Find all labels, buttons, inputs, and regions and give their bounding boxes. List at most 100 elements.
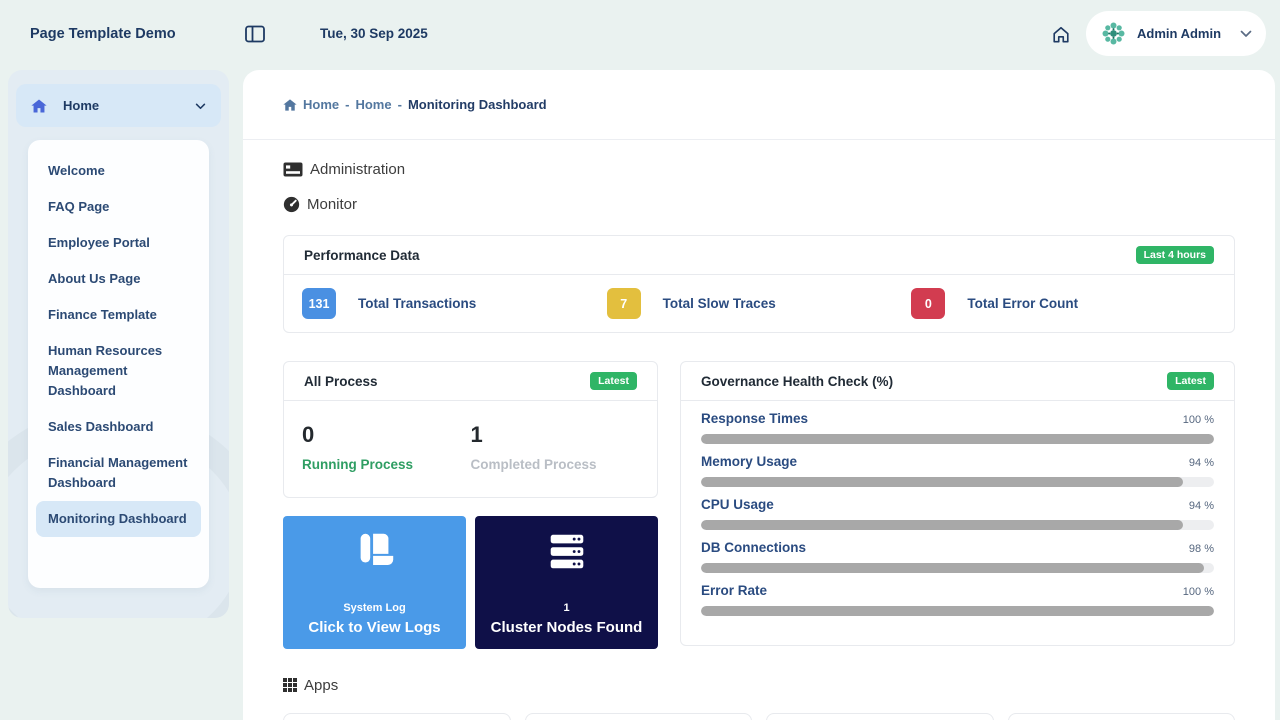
breadcrumb-current-page: Monitoring Dashboard — [407, 97, 547, 112]
sidebar-item-hr-management-dashboard[interactable]: Human Resources Management Dashboard — [36, 333, 201, 409]
stat-label: Total Error Count — [967, 296, 1079, 311]
sidebar-menu: Welcome FAQ Page Employee Portal About U… — [28, 140, 209, 588]
metric-percent: 94 % — [1188, 457, 1214, 469]
stat-total-slow-traces: 7 Total Slow Traces — [606, 288, 912, 319]
breadcrumb-link-home[interactable]: Home — [303, 97, 339, 112]
sidebar-item-faq-page[interactable]: FAQ Page — [36, 189, 201, 225]
app-title: Page Template Demo — [30, 26, 176, 42]
stat-value-badge: 7 — [606, 288, 641, 319]
metric-cpu-usage: CPU Usage 94 % — [701, 495, 1214, 530]
stat-value-badge: 0 — [911, 288, 946, 319]
section-apps: Apps — [283, 676, 1235, 694]
latest-badge: Latest — [590, 372, 637, 390]
metric-memory-usage: Memory Usage 94 % — [701, 452, 1214, 487]
progress-fill — [701, 477, 1184, 487]
progress-track — [701, 606, 1214, 616]
progress-fill — [701, 434, 1214, 444]
performance-data-card: Performance Data Last 4 hours 131 Total … — [283, 235, 1235, 333]
cluster-nodes-count: 1 — [563, 602, 570, 614]
progress-fill — [701, 520, 1184, 530]
scroll-icon — [360, 533, 393, 565]
system-log-tile[interactable]: System Log Click to View Logs — [283, 516, 466, 649]
sidebar-section-home[interactable]: Home — [16, 84, 221, 127]
section-apps-label: Apps — [304, 676, 339, 694]
progress-track — [701, 434, 1214, 444]
stat-label: Total Transactions — [358, 296, 477, 311]
stat-value-badge: 131 — [302, 288, 336, 319]
metric-label: DB Connections — [701, 540, 807, 555]
metric-percent: 94 % — [1188, 500, 1214, 512]
running-process-value: 0 — [302, 422, 315, 447]
cluster-nodes-tile[interactable]: 1 Cluster Nodes Found — [475, 516, 658, 649]
metric-db-connections: DB Connections 98 % — [701, 538, 1214, 573]
app-card[interactable] — [283, 713, 511, 720]
breadcrumb-separator: - — [345, 97, 350, 112]
all-process-card: All Process Latest 0 Running Process 1 C… — [283, 361, 658, 498]
apps-grid-icon — [283, 678, 297, 692]
metric-percent: 100 % — [1182, 414, 1214, 426]
home-icon — [31, 98, 47, 113]
stat-total-error-count: 0 Total Error Count — [911, 288, 1216, 319]
chevron-down-icon — [1240, 25, 1252, 43]
app-card[interactable] — [1007, 713, 1235, 720]
metric-error-rate: Error Rate 100 % — [701, 581, 1214, 616]
governance-health-card: Governance Health Check (%) Latest Respo… — [680, 361, 1235, 646]
sidebar-item-welcome[interactable]: Welcome — [36, 153, 201, 189]
current-date: Tue, 30 Sep 2025 — [320, 26, 428, 41]
latest-badge: Latest — [1167, 372, 1214, 390]
performance-card-title: Performance Data — [304, 247, 420, 263]
main-panel: Home - Home - Monitoring Dashboard Admin… — [243, 70, 1275, 720]
app-card[interactable] — [766, 713, 994, 720]
section-administration-label: Administration — [310, 160, 406, 178]
governance-card-title: Governance Health Check (%) — [701, 373, 894, 389]
stat-label: Total Slow Traces — [662, 296, 776, 311]
sidebar-item-financial-management-dashboard[interactable]: Financial Management Dashboard — [36, 445, 201, 501]
sidebar-section-label: Home — [63, 98, 100, 113]
app-card[interactable] — [524, 713, 752, 720]
breadcrumb: Home - Home - Monitoring Dashboard — [243, 70, 1275, 140]
server-stack-icon — [550, 534, 583, 569]
performance-card-body: 131 Total Transactions 7 Total Slow Trac… — [284, 275, 1234, 332]
system-log-title: System Log — [343, 602, 406, 614]
chevron-down-icon — [195, 97, 206, 115]
governance-card-header: Governance Health Check (%) Latest — [681, 362, 1234, 401]
time-range-badge: Last 4 hours — [1135, 246, 1214, 264]
metric-response-times: Response Times 100 % — [701, 409, 1214, 444]
home-icon[interactable] — [1051, 25, 1071, 44]
metric-label: Error Rate — [701, 583, 768, 598]
keyboard-icon — [283, 162, 303, 176]
sidebar-item-finance-template[interactable]: Finance Template — [36, 297, 201, 333]
metric-label: Response Times — [701, 411, 809, 426]
sidebar: Home Welcome FAQ Page Employee Portal Ab… — [8, 70, 229, 618]
completed-process-stat: 1 Completed Process — [471, 422, 640, 472]
avatar — [1100, 20, 1127, 47]
sidebar-toggle-icon[interactable] — [245, 25, 265, 43]
user-menu[interactable]: Admin Admin — [1086, 11, 1266, 56]
governance-card-body: Response Times 100 % Memory Usage 94 % C… — [681, 401, 1234, 616]
sidebar-item-employee-portal[interactable]: Employee Portal — [36, 225, 201, 261]
metric-label: CPU Usage — [701, 497, 774, 512]
sidebar-item-about-us-page[interactable]: About Us Page — [36, 261, 201, 297]
dashboard-content: Administration Monitor Performance Data … — [243, 140, 1275, 720]
section-monitor-label: Monitor — [307, 195, 358, 213]
progress-track — [701, 563, 1214, 573]
metric-percent: 100 % — [1182, 586, 1214, 598]
apps-card-row — [283, 713, 1235, 720]
cluster-nodes-label: Cluster Nodes Found — [490, 619, 643, 636]
user-name: Admin Admin — [1137, 26, 1222, 41]
sidebar-item-monitoring-dashboard[interactable]: Monitoring Dashboard — [36, 501, 201, 537]
home-icon — [283, 98, 297, 111]
all-process-body: 0 Running Process 1 Completed Process — [284, 401, 657, 493]
sidebar-item-sales-dashboard[interactable]: Sales Dashboard — [36, 409, 201, 445]
stat-total-transactions: 131 Total Transactions — [302, 288, 607, 319]
progress-fill — [701, 563, 1204, 573]
completed-process-value: 1 — [470, 422, 483, 447]
tachometer-icon — [283, 196, 300, 212]
breadcrumb-link-home-2[interactable]: Home — [355, 97, 391, 112]
system-log-subtitle: Click to View Logs — [308, 619, 441, 636]
running-process-stat: 0 Running Process — [302, 422, 471, 472]
progress-track — [701, 477, 1214, 487]
metric-percent: 98 % — [1188, 543, 1214, 555]
all-process-title: All Process — [304, 373, 378, 389]
progress-track — [701, 520, 1214, 530]
